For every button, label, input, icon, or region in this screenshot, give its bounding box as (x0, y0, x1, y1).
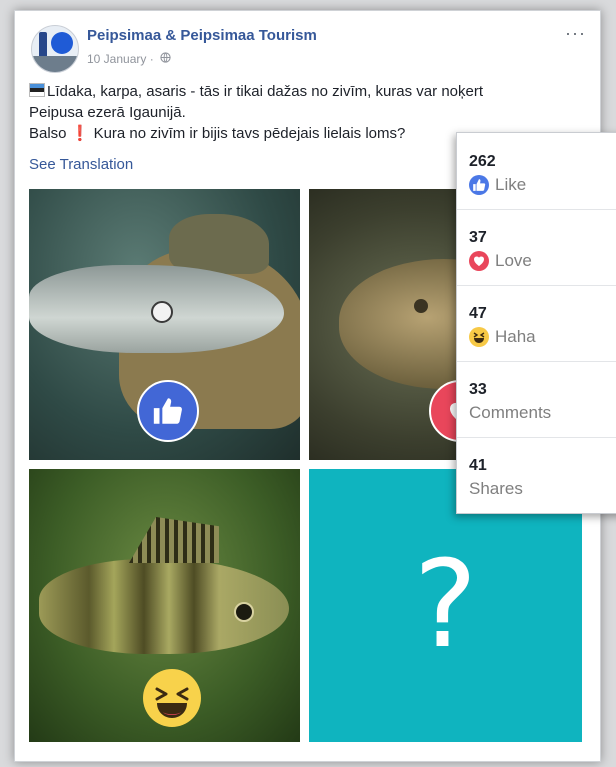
like-reaction-icon (137, 380, 199, 442)
like-stat-label: Like (469, 175, 526, 195)
love-stat-label: Love (469, 251, 532, 271)
meta-separator: · (149, 52, 154, 66)
audience-icon (160, 52, 171, 66)
haha-reaction-icon (143, 669, 201, 727)
like-count: 262 (469, 153, 496, 170)
more-options-button[interactable]: ··· (565, 23, 586, 44)
haha-icon (469, 327, 489, 347)
love-count: 37 (469, 229, 487, 246)
haha-count: 47 (469, 305, 487, 322)
page-name-link[interactable]: Peipsimaa & Peipsimaa Tourism (87, 27, 317, 44)
perch-eye (234, 602, 254, 622)
page-avatar[interactable] (31, 25, 79, 73)
like-stat[interactable]: 262 Like (457, 133, 616, 210)
exclamation-icon: ❗ (70, 125, 90, 142)
estonia-flag-icon (29, 83, 45, 97)
haha-stat-label: Haha (469, 327, 536, 347)
love-stat[interactable]: 37 Love (457, 209, 616, 286)
shares-stat[interactable]: 41 Shares (457, 437, 616, 513)
reactions-summary-popup: 262 Like 37 Love 47 Haha 33 Comments 41 (456, 132, 616, 514)
post-date[interactable]: 10 January (87, 52, 146, 66)
post-text-line3b: Kura no zivīm ir bijis tavs pēdejais lie… (93, 125, 406, 142)
see-translation-link[interactable]: See Translation (29, 156, 133, 173)
love-label: Love (495, 251, 532, 270)
post-text-line1: Līdaka, karpa, asaris - tās ir tikai daž… (47, 83, 484, 100)
haha-label: Haha (495, 327, 536, 346)
carp-eye (414, 299, 428, 313)
pike-eye (151, 301, 173, 323)
post-text-line2: Peipusa ezerā Igaunijā. (29, 104, 186, 121)
shares-label: Shares (469, 479, 523, 498)
comments-stat[interactable]: 33 Comments (457, 361, 616, 438)
comments-count: 33 (469, 381, 487, 398)
shares-count: 41 (469, 457, 487, 474)
like-icon (469, 175, 489, 195)
rock-shape (169, 214, 269, 274)
post-meta: 10 January · (87, 52, 171, 66)
perch-fin (129, 517, 219, 563)
haha-stat[interactable]: 47 Haha (457, 285, 616, 362)
comments-label: Comments (469, 403, 552, 422)
post-text-line3a: Balso (29, 125, 67, 142)
love-icon (469, 251, 489, 271)
like-label: Like (495, 175, 527, 194)
